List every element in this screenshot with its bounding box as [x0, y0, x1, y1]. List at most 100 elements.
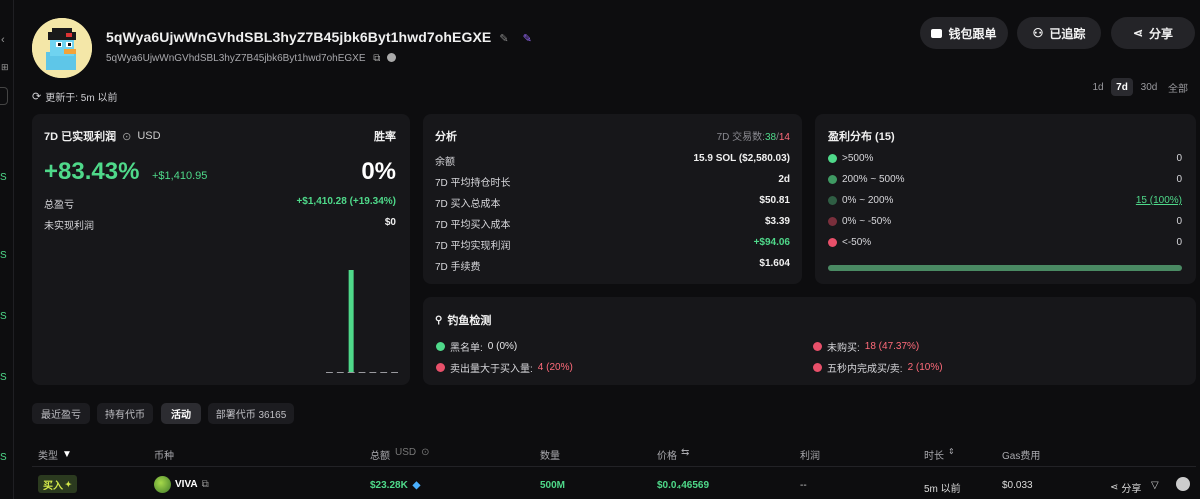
- analysis-row-value: $50.81: [759, 195, 790, 206]
- distribution-row: 200% ~ 500%: [828, 174, 905, 185]
- refresh-icon[interactable]: ⟳: [32, 90, 41, 103]
- distribution-row: >500%: [828, 153, 873, 164]
- rail-icon[interactable]: ⊞: [1, 62, 9, 73]
- col-type-label: 类型: [38, 451, 58, 462]
- currency-label[interactable]: USD: [137, 130, 160, 142]
- copytrade-button[interactable]: 钱包跟单: [920, 17, 1008, 49]
- token-cell[interactable]: VIVA ⧉: [154, 476, 209, 493]
- col-total-label: 总额: [370, 451, 390, 462]
- distribution-row-label: <-50%: [842, 237, 872, 248]
- distribution-row-label: 0% ~ -50%: [842, 216, 892, 227]
- timeframe-all[interactable]: 全部: [1164, 78, 1192, 96]
- analysis-row-value: +$94.06: [753, 237, 790, 248]
- swap-icon[interactable]: ⇆: [681, 447, 689, 462]
- row-filter-icon[interactable]: ▽: [1151, 480, 1159, 491]
- chart-baseline-segment: [347, 372, 355, 373]
- pnl-card: 7D 已实现利润 ⊙ USD 胜率 +83.43% +$1,410.95 0% …: [32, 114, 410, 385]
- phishing-item-label: 卖出量大于买入量:: [450, 364, 533, 375]
- analysis-row-value: 15.9 SOL ($2,580.03): [693, 153, 790, 164]
- tab-activity[interactable]: 活动: [161, 403, 201, 424]
- phishing-item: 卖出量大于买入量: 4 (20%): [436, 360, 573, 375]
- hook-icon: ⚲: [435, 314, 443, 326]
- analysis-row-value: $1.604: [759, 258, 790, 269]
- share-label: 分享: [1149, 26, 1174, 41]
- wallet-icon: [931, 28, 943, 38]
- tracked-button[interactable]: ⚇ 已追踪: [1017, 17, 1101, 49]
- pnl-bar-chart: [326, 270, 398, 373]
- phishing-title-text: 钓鱼检测: [447, 315, 492, 327]
- phishing-item: 黑名单: 0 (0%): [436, 339, 517, 354]
- analysis-title: 分析: [435, 131, 457, 143]
- pnl-title: 7D 已实现利润 ⊙ USD: [44, 128, 161, 144]
- gas-cell: $0.033: [1002, 480, 1033, 491]
- share-button[interactable]: ⋖ 分享: [1111, 17, 1195, 49]
- analysis-card: 分析 7D 交易数:38/14 余额 15.9 SOL ($2,580.03) 7D…: [423, 114, 802, 284]
- winrate-value: 0%: [361, 158, 396, 185]
- chart-bar[interactable]: [348, 270, 354, 372]
- total-value: $23.28K: [370, 480, 408, 491]
- phishing-status-icon: [436, 363, 445, 372]
- phishing-status-icon: [813, 363, 822, 372]
- copy-icon[interactable]: ⧉: [373, 53, 380, 64]
- distribution-dot-icon: [828, 175, 837, 184]
- pnl-title-text: 7D 已实现利润: [44, 131, 117, 143]
- col-profit: 利润: [800, 451, 820, 462]
- col-price-label: 价格: [657, 451, 677, 462]
- col-token: 币种: [154, 451, 174, 462]
- chart-baseline-segment: [326, 372, 333, 373]
- distribution-row-value[interactable]: 15 (100%): [1136, 195, 1182, 206]
- row-more-icon[interactable]: [1176, 477, 1190, 491]
- trade-count-label: 7D 交易数:: [716, 132, 765, 143]
- pen-icon[interactable]: ✎: [523, 33, 532, 45]
- header-divider: [32, 466, 1196, 467]
- edit-icon[interactable]: ✎: [499, 33, 508, 45]
- rail-tab[interactable]: [0, 87, 8, 105]
- phishing-item-value: 0 (0%): [487, 341, 518, 352]
- amount-cell: 500M: [540, 480, 566, 491]
- col-type[interactable]: 类型 ▼: [38, 447, 72, 462]
- rail-mark: S: [0, 250, 7, 261]
- timeframe-7d[interactable]: 7d: [1111, 78, 1133, 96]
- analysis-row-label: 余额: [435, 157, 455, 168]
- token-symbol: VIVA: [175, 479, 198, 490]
- left-rail: ‹ ⊞ S S S S S: [0, 0, 14, 499]
- analysis-row-value: 2d: [778, 174, 790, 185]
- updated-text: 更新于: 5m 以前: [45, 93, 118, 104]
- col-price[interactable]: 价格 ⇆: [657, 447, 689, 462]
- tab-recent-pnl[interactable]: 最近盈亏: [32, 403, 90, 424]
- phishing-item: 五秒内完成买/卖: 2 (10%): [813, 360, 943, 375]
- phishing-status-icon: [436, 342, 445, 351]
- token-logo-icon: [154, 476, 171, 493]
- tab-holdings[interactable]: 持有代币: [97, 403, 153, 424]
- sort-icon[interactable]: ⇕: [948, 447, 955, 462]
- col-age-label: 时长: [924, 451, 944, 462]
- distribution-card: 盈利分布 (15) >500% 0 200% ~ 500% 0 0% ~ 200% 15 …: [815, 114, 1196, 284]
- col-gas: Gas费用: [1002, 451, 1041, 462]
- timeframe-1d[interactable]: 1d: [1088, 78, 1108, 96]
- currency-toggle-icon[interactable]: ⊙: [421, 447, 429, 462]
- tab-deployed[interactable]: 部署代币 36165: [208, 403, 294, 424]
- distribution-row-label: 200% ~ 500%: [842, 174, 905, 185]
- unrealized-label: 未实现利润: [44, 221, 94, 232]
- distribution-row-label: 0% ~ 200%: [842, 195, 894, 206]
- trade-buys: 38: [764, 132, 777, 143]
- token-copy-icon[interactable]: ⧉: [202, 479, 209, 490]
- phishing-item-value: 4 (20%): [537, 362, 573, 373]
- share-icon: ⋖: [1132, 26, 1144, 40]
- distribution-bar-track: [828, 265, 1182, 271]
- pnl-usd: +$1,410.95: [152, 170, 208, 182]
- chart-baseline-segment: [369, 372, 377, 373]
- chart-baseline-segment: [336, 372, 344, 373]
- filter-icon[interactable]: ▼: [62, 449, 72, 460]
- currency-switch-icon[interactable]: ⊙: [122, 130, 131, 143]
- distribution-row: 0% ~ 200%: [828, 195, 893, 206]
- collapse-icon[interactable]: ‹: [1, 34, 5, 46]
- unrealized-value: $0: [384, 217, 396, 228]
- col-total-unit[interactable]: USD: [395, 447, 416, 462]
- phishing-item-label: 黑名单:: [450, 343, 483, 354]
- row-share-button[interactable]: ⋖ 分享: [1110, 480, 1141, 495]
- rail-mark: S: [0, 172, 7, 183]
- row-share-label: 分享: [1121, 484, 1142, 495]
- timeframe-30d[interactable]: 30d: [1137, 78, 1161, 96]
- explorer-icon[interactable]: [387, 53, 397, 62]
